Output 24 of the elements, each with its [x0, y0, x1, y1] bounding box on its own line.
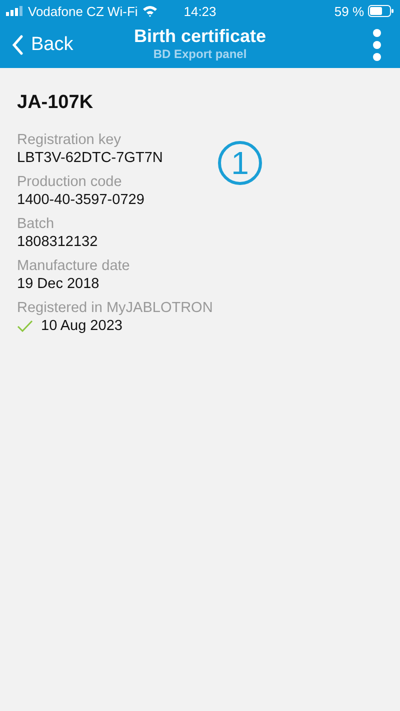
screen-subtitle: BD Export panel [153, 47, 247, 61]
field-value: 1400-40-3597-0729 [17, 192, 144, 208]
checkmark-icon [17, 320, 33, 332]
field-label: Production code [17, 174, 123, 190]
chevron-left-icon [12, 35, 23, 55]
battery-icon [368, 5, 394, 17]
device-name: JA-107K [17, 92, 94, 114]
carrier-name: Vodafone CZ Wi-Fi [28, 4, 138, 18]
signal-icon [6, 6, 24, 16]
field-label: Batch [17, 216, 56, 232]
field-value: LBT3V-62DTC-7GT7N [17, 150, 163, 166]
more-vertical-icon [372, 29, 382, 61]
clock: 14:23 [184, 4, 216, 18]
field-value: 19 Dec 2018 [17, 276, 100, 292]
field-label: Registration key [17, 132, 122, 148]
callout-number: 1 [218, 141, 262, 185]
field-label: Registered in MyJABLOTRON [17, 300, 214, 316]
battery-percent: 59 % [334, 4, 364, 18]
wifi-icon [142, 5, 158, 17]
field-value: 10 Aug 2023 [41, 318, 122, 334]
field-value: 1808312132 [17, 234, 98, 250]
screen-title: Birth certificate [134, 26, 266, 47]
back-button[interactable]: Back [8, 34, 78, 56]
field-label: Manufacture date [17, 258, 131, 274]
